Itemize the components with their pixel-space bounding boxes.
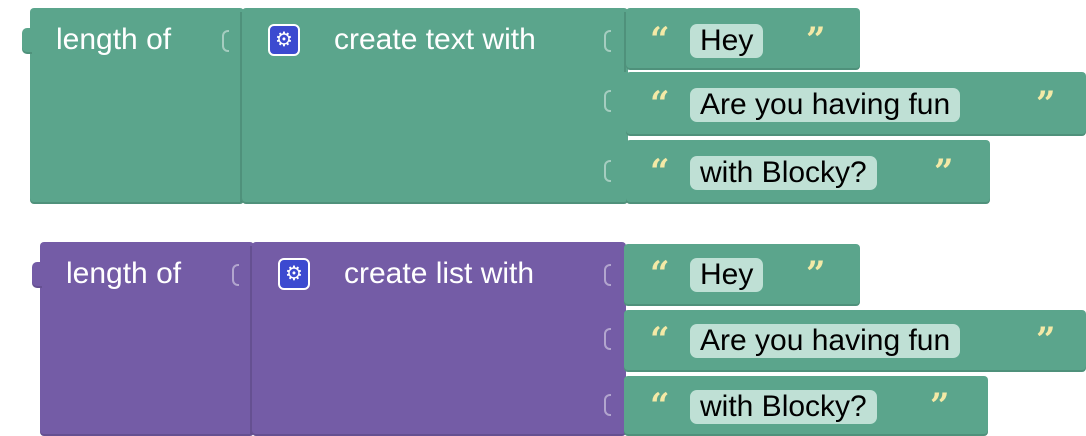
input-notch bbox=[604, 30, 611, 52]
input-notch bbox=[604, 394, 611, 416]
close-quote-icon: ” bbox=[1036, 320, 1056, 360]
open-quote-icon: “ bbox=[650, 20, 670, 60]
block-divider bbox=[240, 12, 242, 202]
input-notch bbox=[232, 264, 239, 286]
close-quote-icon: ” bbox=[806, 20, 826, 60]
open-quote-icon: “ bbox=[650, 152, 670, 192]
block-divider bbox=[624, 12, 626, 72]
gear-icon[interactable]: ⚙ bbox=[278, 258, 310, 290]
block-divider bbox=[250, 246, 252, 434]
output-tab bbox=[22, 28, 32, 54]
input-notch bbox=[222, 30, 229, 52]
open-quote-icon: “ bbox=[650, 254, 670, 294]
text-field[interactable]: Are you having fun bbox=[690, 88, 961, 122]
open-quote-icon: “ bbox=[650, 386, 670, 426]
length-of-label: length of bbox=[66, 257, 182, 290]
text-field[interactable]: Hey bbox=[690, 258, 764, 292]
close-quote-icon: ” bbox=[934, 152, 954, 192]
input-notch bbox=[604, 264, 611, 286]
create-list-with-label: create list with bbox=[344, 257, 535, 290]
input-notch bbox=[604, 160, 611, 182]
input-notch bbox=[604, 90, 611, 112]
text-field[interactable]: with Blocky? bbox=[690, 156, 877, 190]
input-notch bbox=[604, 328, 611, 350]
open-quote-icon: “ bbox=[650, 320, 670, 360]
close-quote-icon: ” bbox=[1036, 84, 1056, 124]
text-field[interactable]: Hey bbox=[690, 24, 764, 58]
length-of-label: length of bbox=[56, 23, 172, 56]
close-quote-icon: ” bbox=[806, 254, 826, 294]
gear-icon[interactable]: ⚙ bbox=[268, 24, 300, 56]
text-field[interactable]: with Blocky? bbox=[690, 390, 877, 424]
output-tab bbox=[32, 262, 42, 288]
close-quote-icon: ” bbox=[930, 386, 950, 426]
create-text-with-label: create text with bbox=[334, 23, 536, 56]
open-quote-icon: “ bbox=[650, 84, 670, 124]
text-field[interactable]: Are you having fun bbox=[690, 324, 961, 358]
